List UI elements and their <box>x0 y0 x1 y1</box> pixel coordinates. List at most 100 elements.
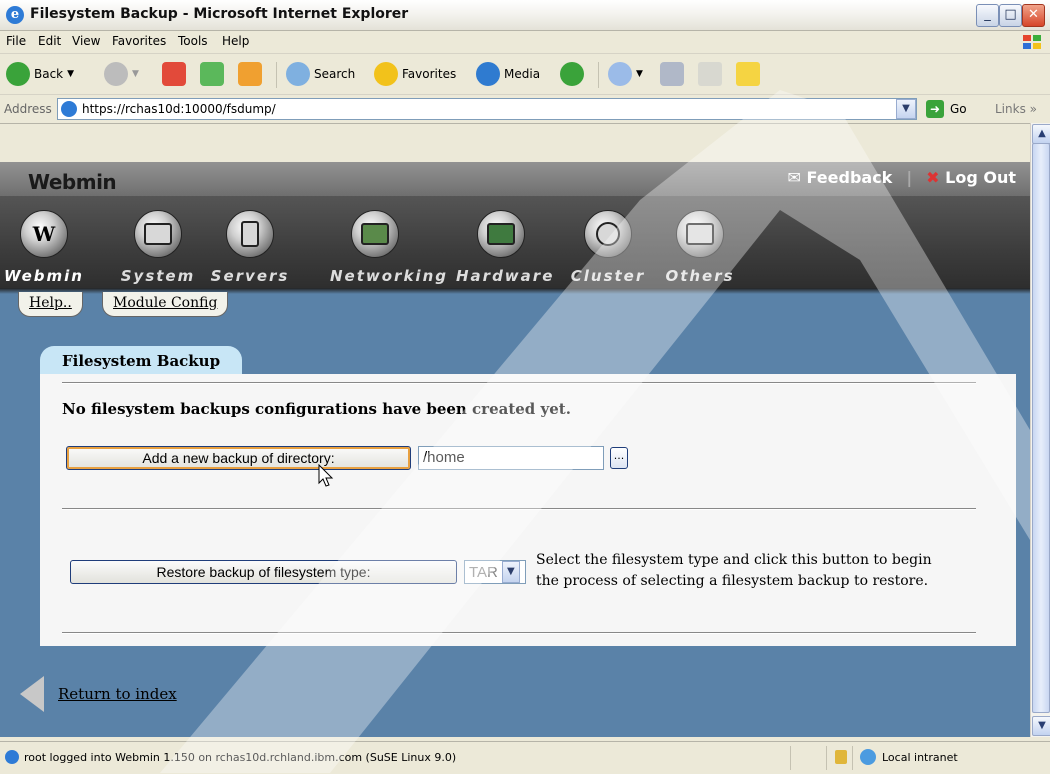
refresh-icon <box>200 62 224 86</box>
cluster-category-icon <box>584 210 632 258</box>
toolbar-separator <box>276 62 277 88</box>
webmin-category-icon: W <box>20 210 68 258</box>
maximize-button[interactable]: □ <box>999 4 1022 27</box>
links-button[interactable]: Links » <box>995 102 1037 116</box>
media-button[interactable]: Media <box>476 60 540 88</box>
back-button[interactable]: Back ▼ <box>6 60 74 88</box>
scroll-down-button[interactable]: ▼ <box>1032 716 1050 736</box>
category-servers[interactable]: Servers <box>205 210 295 285</box>
address-dropdown-button[interactable]: ▼ <box>896 99 916 119</box>
module-panel: No filesystem backups configurations hav… <box>40 374 1016 646</box>
forward-arrow-icon <box>104 62 128 86</box>
scroll-thumb[interactable] <box>1032 143 1050 713</box>
windows-flag-icon <box>1023 35 1041 49</box>
back-arrow-icon <box>6 62 30 86</box>
go-arrow-icon[interactable]: ➜ <box>926 100 944 118</box>
category-others[interactable]: Others <box>655 210 745 285</box>
search-icon <box>286 62 310 86</box>
favorites-button[interactable]: Favorites <box>374 60 456 88</box>
close-button[interactable]: ✕ <box>1022 4 1045 27</box>
menu-favorites[interactable]: Favorites <box>112 34 166 48</box>
toolbar: Back ▼ ▼ Search Favorites Media ▼ <box>0 54 1050 95</box>
note-icon <box>736 62 760 86</box>
print-button[interactable] <box>660 60 684 88</box>
fs-type-select[interactable]: TAR ▼ <box>464 560 526 584</box>
category-system[interactable]: System <box>113 210 203 285</box>
help-link[interactable]: Help.. <box>18 292 83 317</box>
logout-icon: ✖ <box>926 168 940 187</box>
module-tab: Filesystem Backup <box>40 346 242 376</box>
menu-bar: File Edit View Favorites Tools Help <box>0 31 1050 54</box>
category-cluster[interactable]: Cluster <box>563 210 653 285</box>
chevron-down-icon: ▼ <box>132 69 139 79</box>
menu-help[interactable]: Help <box>222 34 249 48</box>
module-config-link[interactable]: Module Config <box>102 292 229 317</box>
menu-tools[interactable]: Tools <box>178 34 208 48</box>
refresh-button[interactable] <box>200 60 224 88</box>
intranet-zone-icon <box>860 749 876 765</box>
browse-button[interactable]: ... <box>610 447 628 469</box>
address-input[interactable]: https://rchas10d:10000/fsdump/ <box>57 98 917 120</box>
divider <box>62 382 976 384</box>
add-backup-button[interactable]: Add a new backup of directory: <box>66 446 411 470</box>
go-button[interactable]: Go <box>950 102 967 116</box>
ie-logo-icon: e <box>6 6 24 24</box>
networking-category-icon <box>351 210 399 258</box>
divider <box>62 508 976 510</box>
stop-icon <box>162 62 186 86</box>
system-category-icon <box>134 210 182 258</box>
address-label: Address <box>4 102 52 116</box>
back-arrow-icon <box>20 676 44 712</box>
feedback-link[interactable]: ✉ Feedback <box>788 168 893 187</box>
chevron-down-icon: ▼ <box>501 561 520 583</box>
history-icon <box>560 62 584 86</box>
vertical-scrollbar[interactable]: ▲ ▼ <box>1030 123 1050 737</box>
no-backups-message: No filesystem backups configurations hav… <box>62 400 571 418</box>
header-links: ✉ Feedback | ✖ Log Out <box>787 168 1016 187</box>
chevron-down-icon: ▼ <box>636 69 643 79</box>
edit-button[interactable] <box>698 60 722 88</box>
search-button[interactable]: Search <box>286 60 355 88</box>
home-icon <box>238 62 262 86</box>
address-bar: Address https://rchas10d:10000/fsdump/ ▼… <box>0 95 1050 124</box>
page-icon <box>5 750 19 764</box>
window-title: Filesystem Backup - Microsoft Internet E… <box>30 6 409 22</box>
mail-icon <box>608 62 632 86</box>
logout-link[interactable]: ✖ Log Out <box>926 168 1016 187</box>
category-webmin[interactable]: W Webmin <box>0 210 89 285</box>
stop-button[interactable] <box>162 60 186 88</box>
restore-backup-button[interactable]: Restore backup of filesystem type: <box>70 560 457 584</box>
address-url: https://rchas10d:10000/fsdump/ <box>82 102 276 116</box>
media-icon <box>476 62 500 86</box>
edit-page-icon <box>698 62 722 86</box>
menu-file[interactable]: File <box>6 34 26 48</box>
title-bar: e Filesystem Backup - Microsoft Internet… <box>0 0 1050 31</box>
divider <box>62 632 976 634</box>
history-button[interactable] <box>560 60 584 88</box>
scroll-up-button[interactable]: ▲ <box>1032 124 1050 144</box>
category-hardware[interactable]: Hardware <box>456 210 552 285</box>
restore-help-text: Select the filesystem type and click thi… <box>536 552 932 589</box>
servers-category-icon <box>226 210 274 258</box>
lock-icon <box>835 750 847 764</box>
mail-button[interactable]: ▼ <box>608 60 643 88</box>
minimize-button[interactable]: _ <box>976 4 999 27</box>
print-icon <box>660 62 684 86</box>
chevron-down-icon: ▼ <box>67 69 75 79</box>
webmin-logo[interactable]: Webmin <box>28 170 117 194</box>
messenger-button[interactable] <box>736 60 760 88</box>
status-bar: root logged into Webmin 1.150 on rchas10… <box>0 741 1050 774</box>
menu-view[interactable]: View <box>72 34 100 48</box>
status-text: root logged into Webmin 1.150 on rchas10… <box>24 751 457 764</box>
forward-button[interactable]: ▼ <box>104 60 139 88</box>
security-zone: Local intranet <box>882 751 958 764</box>
page-icon <box>61 101 77 117</box>
others-category-icon <box>676 210 724 258</box>
menu-edit[interactable]: Edit <box>38 34 61 48</box>
toolbar-separator <box>598 62 599 88</box>
directory-input[interactable]: /home <box>418 446 604 470</box>
mouse-cursor-icon <box>318 464 334 487</box>
home-button[interactable] <box>238 60 262 88</box>
category-networking[interactable]: Networking <box>330 210 446 285</box>
return-to-index[interactable]: Return to index <box>20 676 177 712</box>
